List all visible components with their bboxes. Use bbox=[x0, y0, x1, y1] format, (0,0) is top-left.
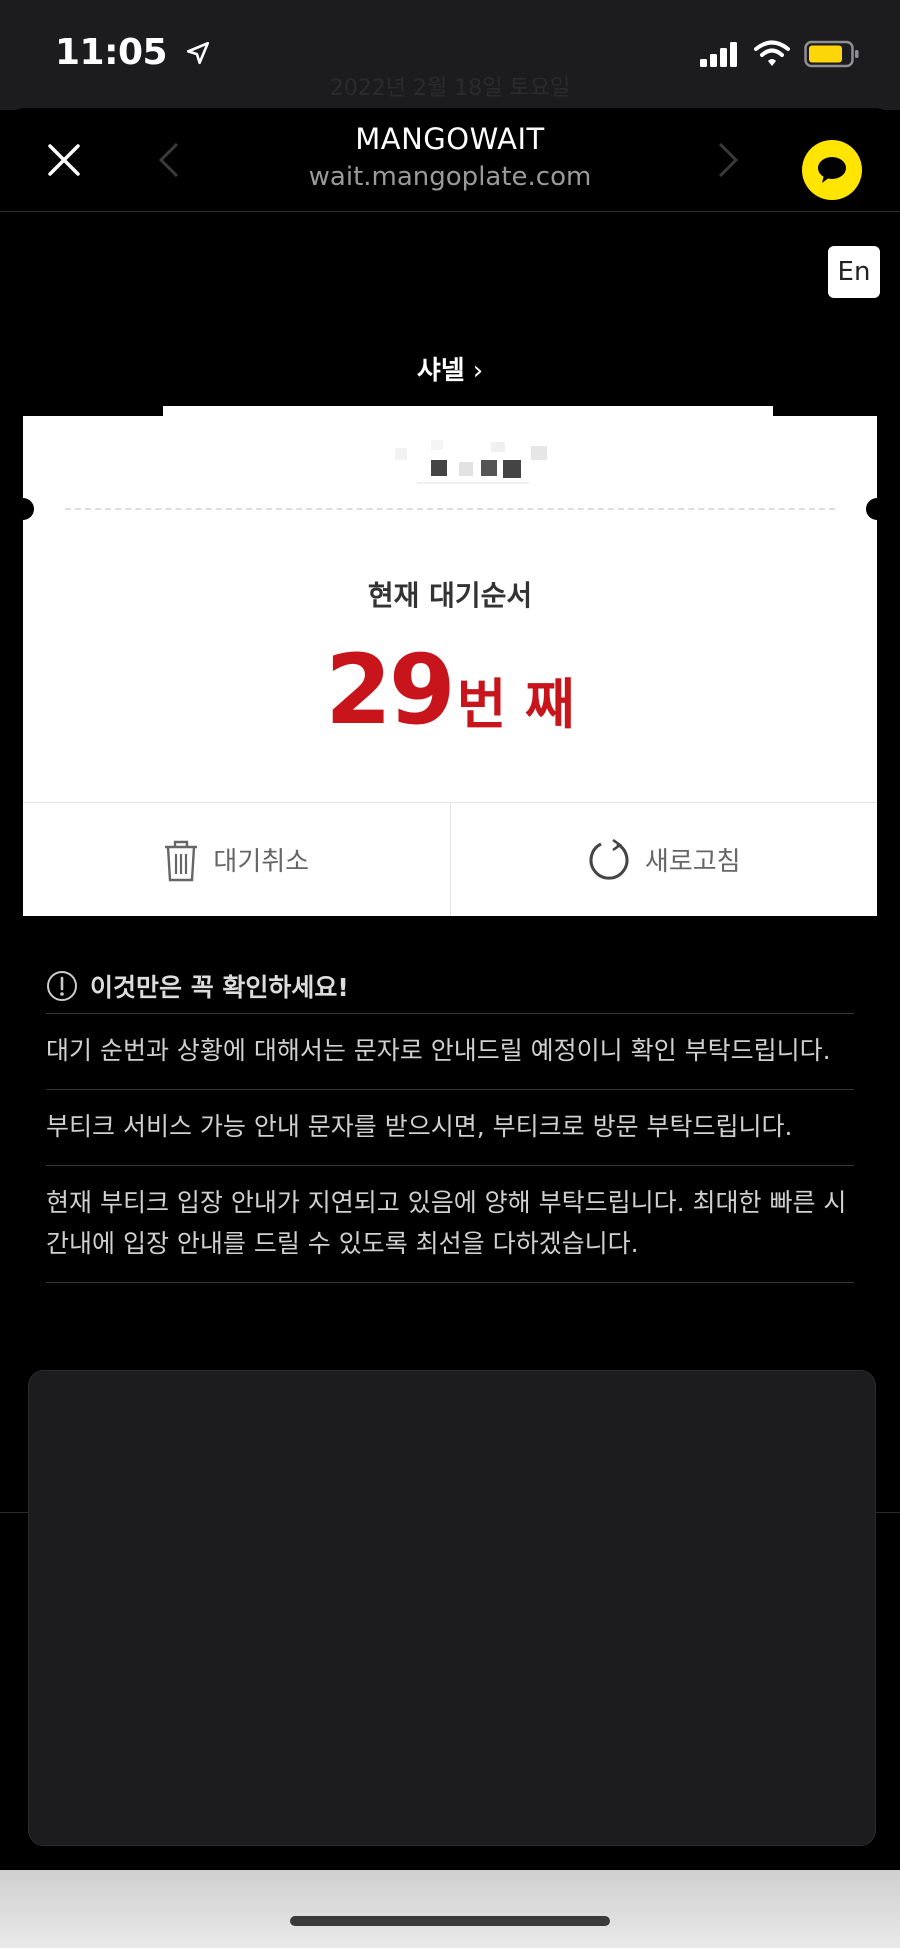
status-time-text: 11:05 bbox=[55, 32, 168, 73]
notice-title: 이것만은 꼭 확인하세요! bbox=[90, 972, 349, 1002]
exclamation-circle-icon bbox=[47, 970, 77, 1001]
browser-header: MANGOWAIT wait.mangoplate.com bbox=[0, 108, 900, 212]
signal-icon bbox=[700, 41, 740, 71]
chat-button[interactable] bbox=[802, 140, 862, 200]
store-logo bbox=[395, 440, 551, 490]
site-title: MANGOWAIT bbox=[355, 122, 545, 156]
queue-number-unit: 번 째 bbox=[456, 673, 575, 736]
store-link[interactable]: 샤넬 › bbox=[0, 350, 900, 387]
status-bar: 11:05 2022년 2월 18일 토요일 bbox=[0, 0, 900, 110]
queue-label: 현재 대기순서 bbox=[367, 579, 533, 612]
refresh-icon bbox=[589, 838, 629, 880]
notice-item: 부티크 서비스 가능 안내 문자를 받으시면, 부티크로 방문 부탁드립니다. bbox=[46, 1090, 854, 1166]
cancel-wait-label: 대기취소 bbox=[213, 847, 310, 877]
refresh-button[interactable]: 새로고침 bbox=[449, 803, 878, 916]
queue-number-value: 29 bbox=[325, 634, 456, 746]
status-icons bbox=[700, 40, 860, 72]
cancel-wait-button[interactable]: 대기취소 bbox=[23, 803, 450, 916]
ticket-divider bbox=[65, 508, 835, 510]
wifi-icon bbox=[754, 40, 790, 72]
ticket-notch-left bbox=[12, 498, 34, 520]
queue-number: 29번 째 bbox=[23, 634, 877, 746]
bottom-bar bbox=[0, 1870, 900, 1948]
nav-forward-button[interactable] bbox=[712, 138, 742, 182]
location-arrow-icon bbox=[185, 34, 211, 75]
battery-icon bbox=[804, 40, 860, 72]
notice-header: 이것만은 꼭 확인하세요! bbox=[46, 958, 854, 1014]
store-name: 샤넬 bbox=[416, 356, 465, 386]
ticket-actions: 대기취소 새로고침 bbox=[23, 802, 877, 916]
status-time: 11:05 bbox=[55, 32, 211, 75]
trash-icon bbox=[165, 840, 198, 881]
ticket-notch-right bbox=[866, 498, 888, 520]
chevron-right-icon bbox=[718, 142, 739, 178]
chat-bubble-icon bbox=[818, 157, 846, 183]
notice-item: 대기 순번과 상황에 대해서는 문자로 안내드릴 예정이니 확인 부탁드립니다. bbox=[46, 1014, 854, 1090]
refresh-label: 새로고침 bbox=[644, 847, 741, 877]
notice-item: 현재 부티크 입장 안내가 지연되고 있음에 양해 부탁드립니다. 최대한 빠른… bbox=[46, 1166, 854, 1283]
faded-date: 2022년 2월 18일 토요일 bbox=[329, 76, 571, 101]
divider-right bbox=[872, 1512, 900, 1513]
chevron-right-icon: › bbox=[472, 356, 484, 386]
home-indicator[interactable] bbox=[290, 1916, 610, 1926]
ticket-tab bbox=[163, 406, 773, 416]
language-button[interactable]: En bbox=[828, 246, 880, 298]
content-placeholder bbox=[28, 1370, 876, 1846]
site-url: wait.mangoplate.com bbox=[308, 162, 592, 192]
divider-left bbox=[0, 1512, 28, 1513]
notice-section: 이것만은 꼭 확인하세요! 대기 순번과 상황에 대해서는 문자로 안내드릴 예… bbox=[46, 958, 854, 1283]
